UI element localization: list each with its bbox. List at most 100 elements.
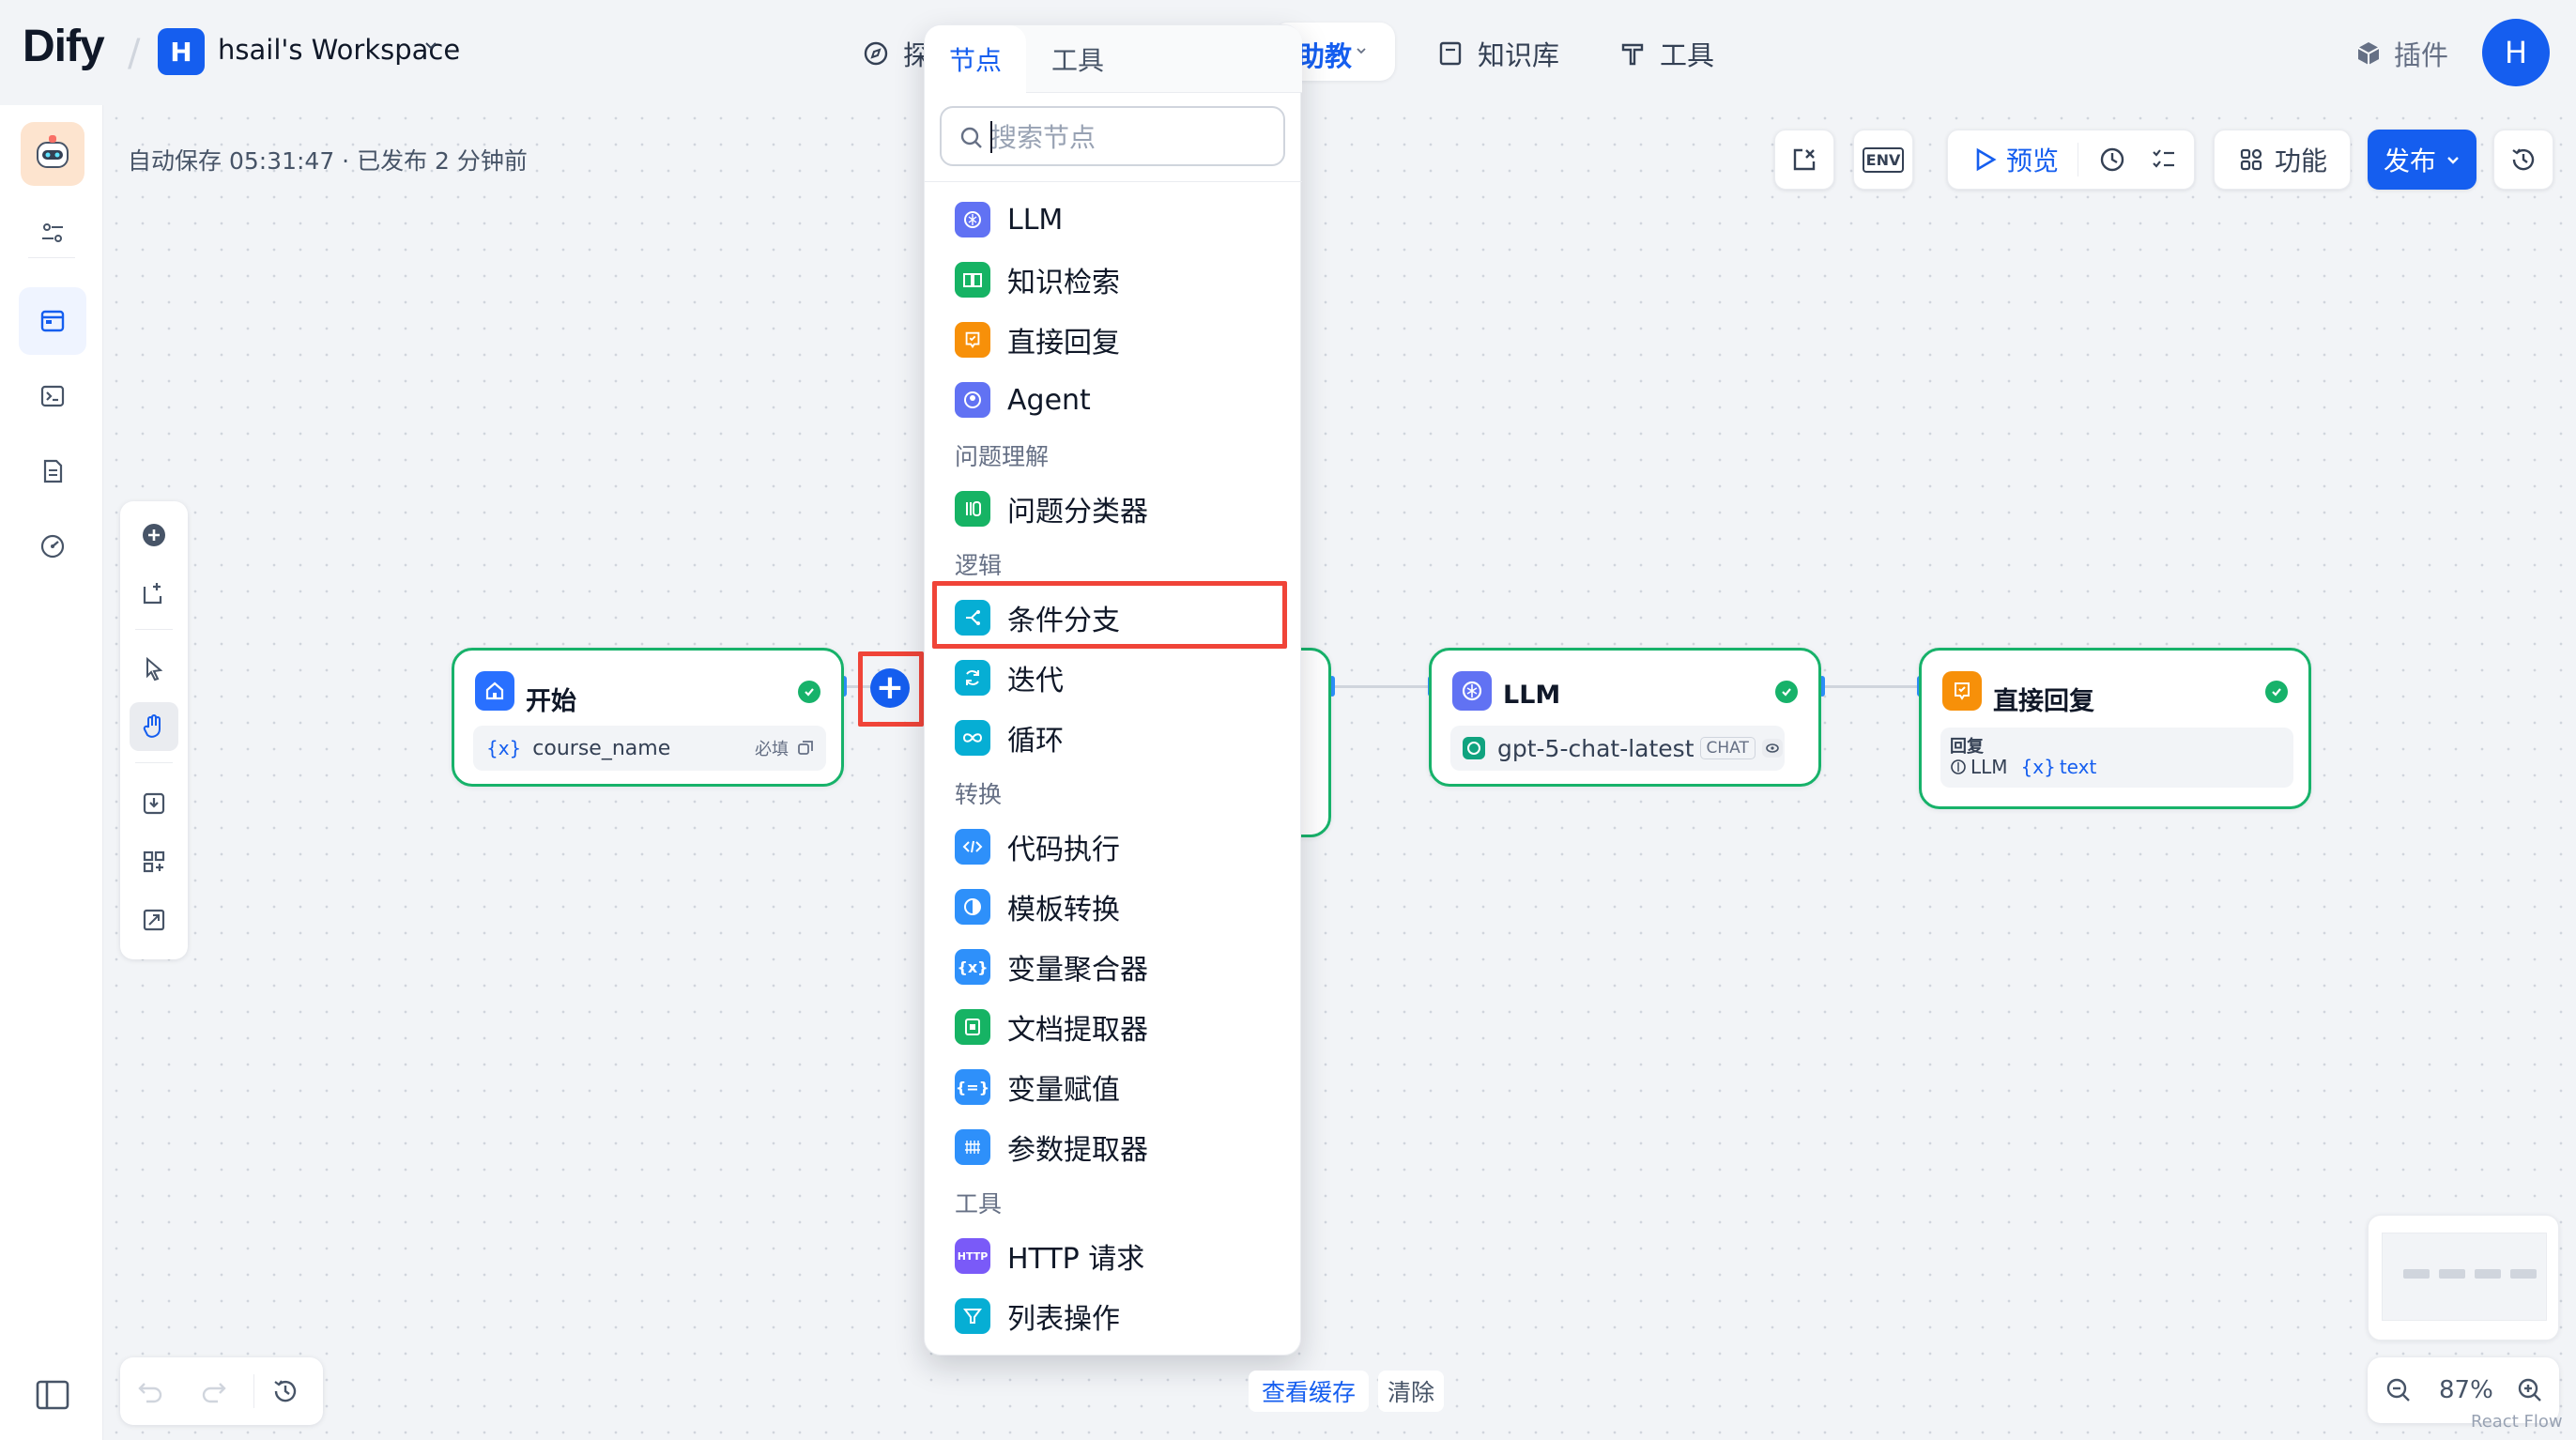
view-cache-button[interactable]: 查看缓存 xyxy=(1249,1371,1370,1412)
picker-item-question-classifier[interactable]: 问题分类器 xyxy=(955,487,1148,530)
node-direct-reply[interactable]: 直接回复 回复 LLM {x} text xyxy=(1919,648,2311,809)
sidebar-collapse-icon[interactable] xyxy=(36,1380,69,1410)
nav-knowledge[interactable]: 知识库 xyxy=(1436,34,1559,73)
picker-item-variable-aggregator-label: 变量聚合器 xyxy=(1007,954,1148,987)
history-run-icon[interactable] xyxy=(2097,145,2127,175)
app-sidebar xyxy=(0,105,103,1440)
copy-icon[interactable] xyxy=(796,739,815,758)
picker-item-iteration[interactable]: 迭代 xyxy=(955,656,1064,699)
sidebar-item-api[interactable] xyxy=(19,362,86,430)
nav-studio-label[interactable]: 助教 xyxy=(1297,35,1352,74)
edge-llm-reply xyxy=(1821,685,1919,688)
chevron-down-icon[interactable] xyxy=(1356,45,1367,56)
picker-item-list-operator-label: 列表操作 xyxy=(1007,1303,1120,1336)
close-square-icon xyxy=(1793,148,1816,171)
group-question-understanding: 问题理解 xyxy=(955,443,1050,470)
version-history-button[interactable] xyxy=(2493,130,2553,190)
redo-icon[interactable] xyxy=(199,1376,229,1406)
picker-item-loop[interactable]: 循环 xyxy=(955,716,1064,759)
zoom-out-icon[interactable] xyxy=(2384,1376,2413,1404)
start-variable-row[interactable]: {x} course_name 必填 xyxy=(473,726,826,771)
required-label: 必填 xyxy=(755,740,789,759)
picker-item-direct-reply[interactable]: 直接回复 xyxy=(955,318,1120,361)
clear-button[interactable]: 清除 xyxy=(1378,1371,1445,1412)
picker-item-knowledge[interactable]: 知识检索 xyxy=(955,258,1120,301)
env-button[interactable]: ENV xyxy=(1853,130,1913,190)
features-button[interactable]: 功能 xyxy=(2214,130,2351,190)
nav-knowledge-label: 知识库 xyxy=(1478,39,1560,71)
reply-ref-var: text xyxy=(2059,756,2097,778)
hand-icon xyxy=(143,714,161,738)
node-llm[interactable]: LLM gpt-5-chat-latest CHAT xyxy=(1429,648,1821,787)
picker-item-parameter-extractor[interactable]: 参数提取器 xyxy=(955,1126,1148,1169)
picker-item-template[interactable]: 模板转换 xyxy=(955,885,1120,928)
maximize-canvas-tool[interactable] xyxy=(130,896,178,944)
llm-small-icon xyxy=(1951,759,1966,774)
plugins-button[interactable]: 插件 xyxy=(2354,34,2448,73)
tab-nodes[interactable]: 节点 xyxy=(925,25,1026,93)
nav-explore[interactable]: 探 xyxy=(862,34,930,73)
check-icon xyxy=(798,681,820,703)
app-icon[interactable] xyxy=(21,122,84,186)
user-avatar[interactable]: H xyxy=(2482,19,2550,86)
node-search-placeholder: 搜索节点 xyxy=(990,122,1096,153)
add-node-tool[interactable] xyxy=(130,511,178,559)
reply-variable-ref: LLM {x} text xyxy=(1950,756,2096,778)
nav-tools-label: 工具 xyxy=(1660,39,1715,71)
history-icon[interactable] xyxy=(270,1376,300,1406)
pointer-tool[interactable] xyxy=(130,644,178,693)
node-start[interactable]: 开始 {x} course_name 必填 xyxy=(452,648,844,787)
text-caret xyxy=(990,121,992,153)
publish-label: 发布 xyxy=(2383,146,2436,176)
add-note-tool[interactable] xyxy=(130,569,178,618)
minimap[interactable] xyxy=(2368,1215,2559,1340)
sidebar-item-logs[interactable] xyxy=(19,437,86,505)
expand-icon xyxy=(143,909,165,931)
plugins-label: 插件 xyxy=(2394,39,2449,71)
picker-item-variable-aggregator[interactable]: {x} 变量聚合器 xyxy=(955,945,1148,988)
hammer-icon xyxy=(1621,43,1644,66)
picker-item-doc-extractor[interactable]: 文档提取器 xyxy=(955,1005,1148,1049)
toggle-checklist-button[interactable] xyxy=(1774,130,1834,190)
publish-button[interactable]: 发布 xyxy=(2368,130,2476,190)
export-image-tool[interactable] xyxy=(130,779,178,828)
minimap-viewport[interactable] xyxy=(2382,1233,2547,1321)
breadcrumb-separator: / xyxy=(128,32,141,75)
picker-item-iteration-label: 迭代 xyxy=(1007,665,1064,697)
chevron-down-icon[interactable] xyxy=(424,39,437,53)
picker-item-doc-extractor-label: 文档提取器 xyxy=(1007,1014,1148,1047)
picker-item-variable-assigner[interactable]: {=} 变量赋值 xyxy=(955,1065,1120,1109)
reply-content-box[interactable]: 回复 LLM {x} text xyxy=(1940,728,2293,788)
zoom-level[interactable]: 87% xyxy=(2439,1376,2493,1404)
node-start-title: 开始 xyxy=(526,687,576,716)
checklist-icon[interactable] xyxy=(2150,146,2178,174)
picker-item-list-operator[interactable]: 列表操作 xyxy=(955,1294,1120,1338)
picker-item-http-request[interactable]: HTTP HTTP 请求 xyxy=(955,1234,1144,1278)
tab-tools[interactable]: 工具 xyxy=(1026,25,1129,93)
node-search-input[interactable]: 搜索节点 xyxy=(940,106,1285,166)
llm-model-row[interactable]: gpt-5-chat-latest CHAT xyxy=(1450,726,1785,771)
zoom-in-icon[interactable] xyxy=(2516,1376,2544,1404)
organize-layout-tool[interactable] xyxy=(130,837,178,886)
hand-tool[interactable] xyxy=(130,702,178,751)
sidebar-item-orchestrate[interactable] xyxy=(19,287,86,355)
window-icon xyxy=(40,310,65,332)
picker-item-llm[interactable]: LLM xyxy=(955,198,1063,241)
cube-icon xyxy=(2357,42,2380,65)
sidebar-item-monitor[interactable] xyxy=(19,513,86,580)
nav-tools[interactable]: 工具 xyxy=(1618,34,1714,73)
undo-icon[interactable] xyxy=(135,1376,165,1406)
palette-divider xyxy=(135,629,173,630)
infinity-icon xyxy=(955,720,990,756)
node-llm-title: LLM xyxy=(1503,681,1561,710)
undo-redo-panel xyxy=(120,1357,323,1425)
react-flow-attribution[interactable]: React Flow xyxy=(2471,1412,2563,1432)
assign-icon: {=} xyxy=(955,1069,990,1105)
picker-item-agent[interactable]: Agent xyxy=(955,378,1091,421)
document-icon xyxy=(43,459,63,483)
picker-item-code[interactable]: 代码执行 xyxy=(955,825,1120,868)
preview-button[interactable]: 预览 xyxy=(2006,141,2059,178)
add-next-node-button[interactable]: + xyxy=(870,668,910,708)
dify-logo[interactable]: Dify xyxy=(23,21,105,72)
workspace-avatar[interactable]: H xyxy=(158,28,205,75)
